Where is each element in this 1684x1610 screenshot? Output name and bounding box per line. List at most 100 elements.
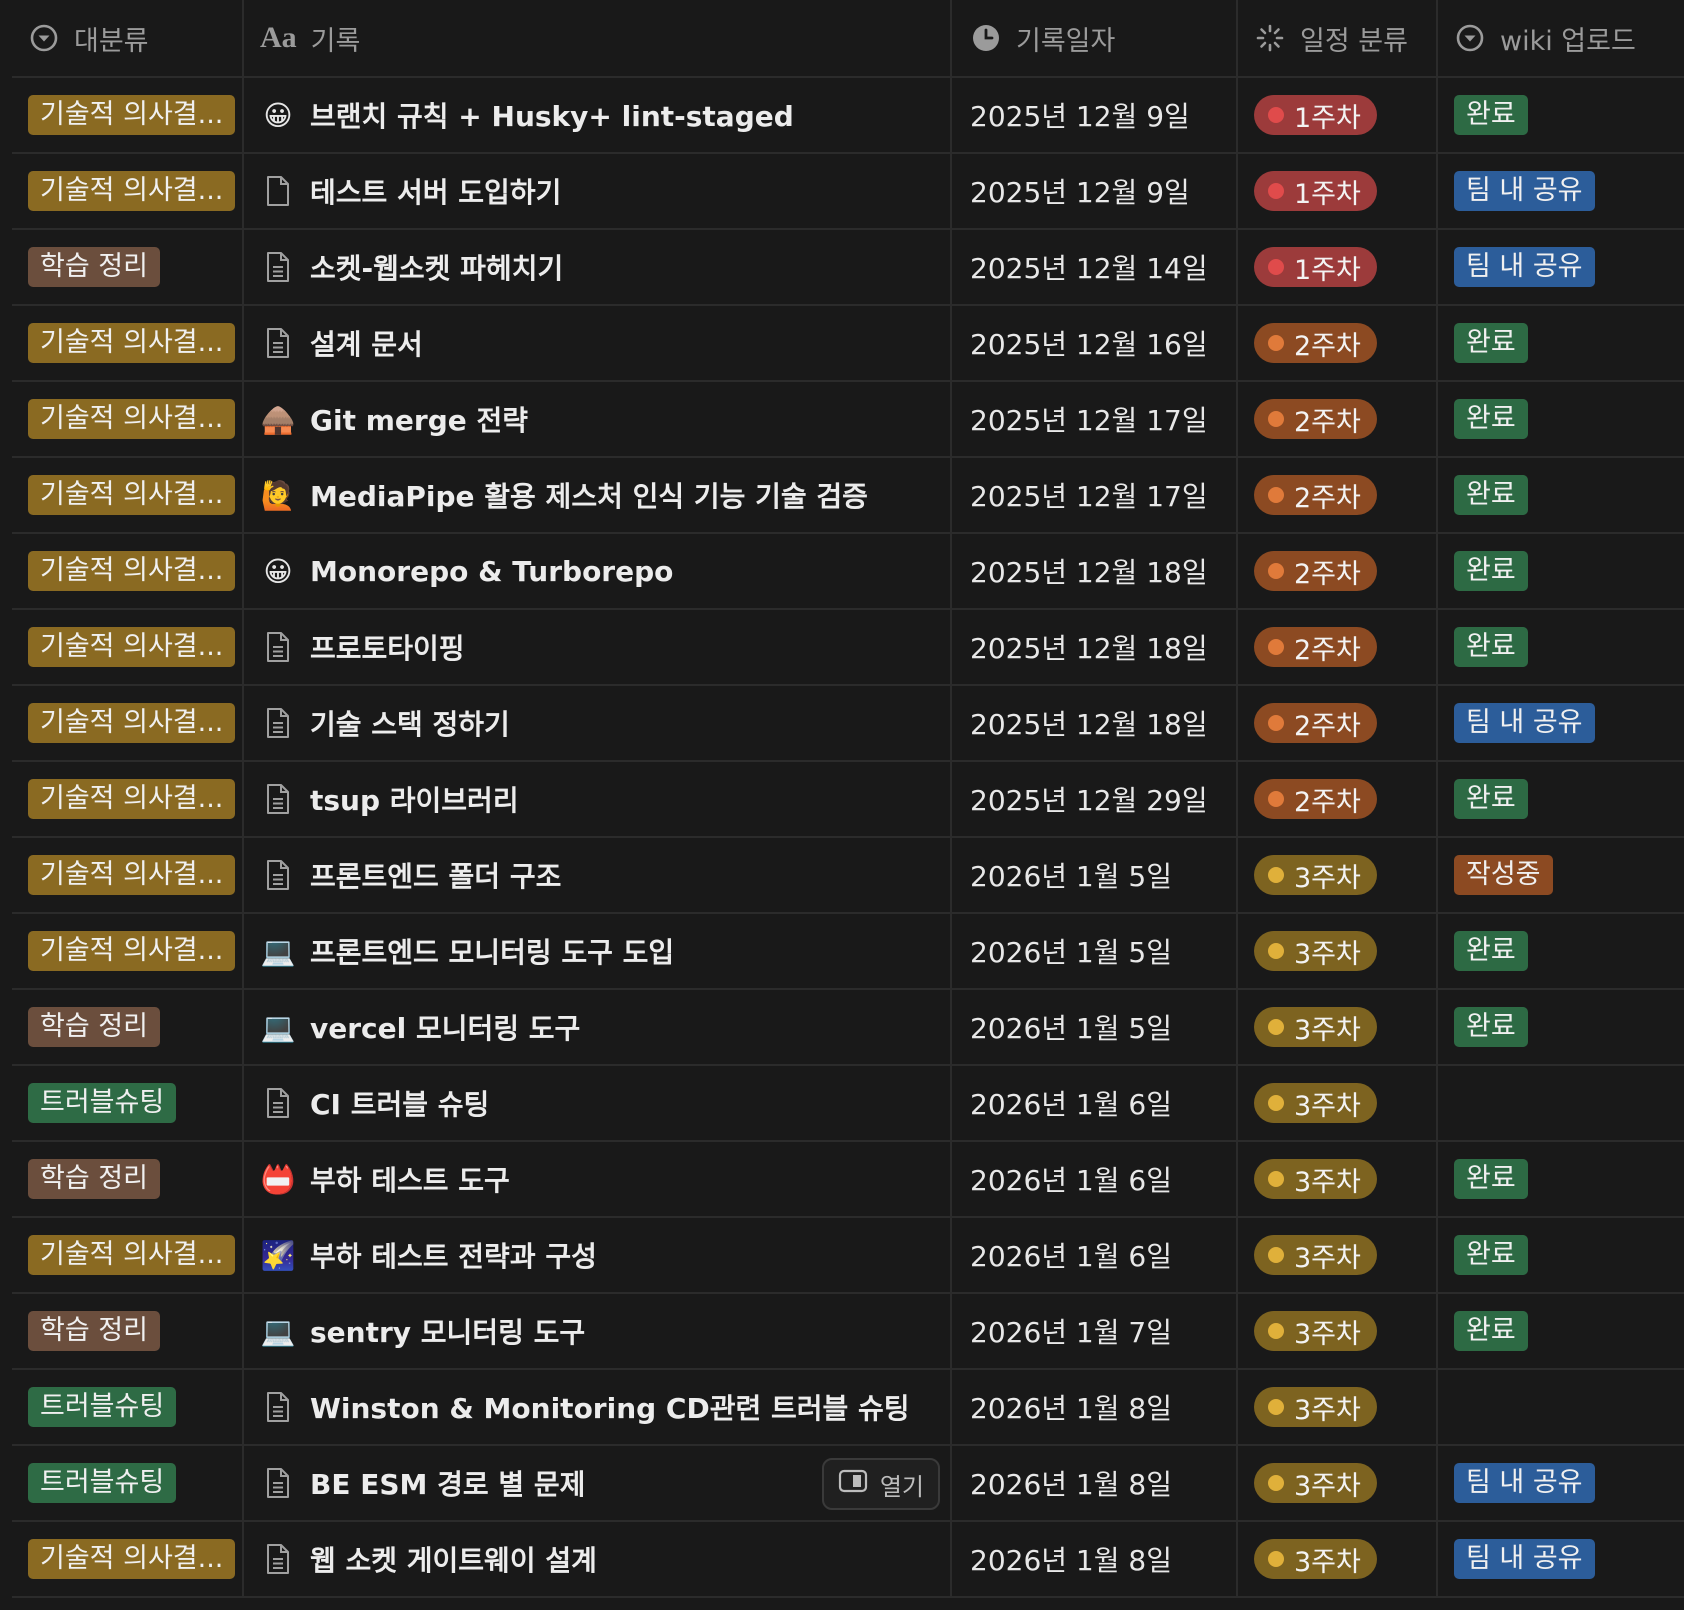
- page-title-link[interactable]: 테스트 서버 도입하기: [310, 171, 561, 211]
- schedule-cell[interactable]: 3주차: [1238, 1218, 1438, 1292]
- table-row[interactable]: 트러블슈팅 CI 트러블 슈팅 2026년 1월 6일 3주차: [12, 1066, 1684, 1142]
- schedule-cell[interactable]: 2주차: [1238, 534, 1438, 608]
- schedule-cell[interactable]: 2주차: [1238, 382, 1438, 456]
- wiki-cell[interactable]: 완료: [1438, 1142, 1684, 1216]
- category-cell[interactable]: 기술적 의사결...: [12, 914, 244, 988]
- date-cell[interactable]: 2026년 1월 5일: [952, 914, 1238, 988]
- table-row[interactable]: 학습 정리 💻 sentry 모니터링 도구 2026년 1월 7일 3주차 완료: [12, 1294, 1684, 1370]
- category-cell[interactable]: 기술적 의사결...: [12, 78, 244, 152]
- title-cell[interactable]: 🌠 부하 테스트 전략과 구성: [244, 1218, 952, 1292]
- category-cell[interactable]: 학습 정리: [12, 230, 244, 304]
- date-cell[interactable]: 2025년 12월 18일: [952, 686, 1238, 760]
- title-cell[interactable]: Winston & Monitoring CD관련 트러블 슈팅: [244, 1370, 952, 1444]
- page-title-link[interactable]: Winston & Monitoring CD관련 트러블 슈팅: [310, 1387, 910, 1427]
- schedule-cell[interactable]: 3주차: [1238, 990, 1438, 1064]
- schedule-cell[interactable]: 3주차: [1238, 1142, 1438, 1216]
- date-cell[interactable]: 2025년 12월 18일: [952, 610, 1238, 684]
- date-cell[interactable]: 2025년 12월 16일: [952, 306, 1238, 380]
- schedule-cell[interactable]: 3주차: [1238, 1294, 1438, 1368]
- page-title-link[interactable]: 프론트엔드 폴더 구조: [310, 855, 561, 895]
- schedule-cell[interactable]: 3주차: [1238, 1522, 1438, 1596]
- wiki-cell[interactable]: 완료: [1438, 610, 1684, 684]
- date-cell[interactable]: 2026년 1월 7일: [952, 1294, 1238, 1368]
- title-cell[interactable]: 💻 sentry 모니터링 도구: [244, 1294, 952, 1368]
- schedule-cell[interactable]: 2주차: [1238, 458, 1438, 532]
- table-row[interactable]: 기술적 의사결... tsup 라이브러리 2025년 12월 29일 2주차 완료: [12, 762, 1684, 838]
- schedule-cell[interactable]: 3주차: [1238, 1066, 1438, 1140]
- header-title[interactable]: Aa 기록: [244, 0, 952, 76]
- table-row[interactable]: 기술적 의사결... 테스트 서버 도입하기 2025년 12월 9일 1주차 팀 내 …: [12, 154, 1684, 230]
- open-page-button[interactable]: 열기: [821, 1458, 940, 1510]
- title-cell[interactable]: 📛 부하 테스트 도구: [244, 1142, 952, 1216]
- schedule-cell[interactable]: 1주차: [1238, 230, 1438, 304]
- wiki-cell[interactable]: 팀 내 공유: [1438, 686, 1684, 760]
- title-cell[interactable]: 💻 vercel 모니터링 도구: [244, 990, 952, 1064]
- page-title-link[interactable]: 설계 문서: [310, 323, 423, 363]
- date-cell[interactable]: 2026년 1월 5일: [952, 838, 1238, 912]
- wiki-cell[interactable]: 완료: [1438, 990, 1684, 1064]
- table-row[interactable]: 학습 정리 📛 부하 테스트 도구 2026년 1월 6일 3주차 완료: [12, 1142, 1684, 1218]
- table-row[interactable]: 기술적 의사결... 💻 프론트엔드 모니터링 도구 도입 2026년 1월 5일 3주…: [12, 914, 1684, 990]
- table-row[interactable]: 기술적 의사결... 기술 스택 정하기 2025년 12월 18일 2주차 팀 내 공…: [12, 686, 1684, 762]
- page-title-link[interactable]: BE ESM 경로 별 문제: [310, 1463, 585, 1503]
- schedule-cell[interactable]: 3주차: [1238, 1446, 1438, 1520]
- title-cell[interactable]: BE ESM 경로 별 문제 열기: [244, 1446, 952, 1520]
- title-cell[interactable]: tsup 라이브러리: [244, 762, 952, 836]
- wiki-cell[interactable]: 팀 내 공유: [1438, 154, 1684, 228]
- schedule-cell[interactable]: 2주차: [1238, 686, 1438, 760]
- wiki-cell[interactable]: 팀 내 공유: [1438, 1446, 1684, 1520]
- title-cell[interactable]: 설계 문서: [244, 306, 952, 380]
- table-row[interactable]: 트러블슈팅 Winston & Monitoring CD관련 트러블 슈팅 202…: [12, 1370, 1684, 1446]
- category-cell[interactable]: 트러블슈팅: [12, 1370, 244, 1444]
- table-row[interactable]: 트러블슈팅 BE ESM 경로 별 문제 열기 2026년 1월 8일 3주차 팀 내 공…: [12, 1446, 1684, 1522]
- table-row[interactable]: 기술적 의사결... 프론트엔드 폴더 구조 2026년 1월 5일 3주차 작성중: [12, 838, 1684, 914]
- wiki-cell[interactable]: 작성중: [1438, 838, 1684, 912]
- schedule-cell[interactable]: 2주차: [1238, 762, 1438, 836]
- title-cell[interactable]: 소켓-웹소켓 파헤치기: [244, 230, 952, 304]
- table-row[interactable]: 기술적 의사결... 설계 문서 2025년 12월 16일 2주차 완료: [12, 306, 1684, 382]
- date-cell[interactable]: 2026년 1월 6일: [952, 1142, 1238, 1216]
- wiki-cell[interactable]: 팀 내 공유: [1438, 230, 1684, 304]
- date-cell[interactable]: 2026년 1월 6일: [952, 1218, 1238, 1292]
- date-cell[interactable]: 2026년 1월 6일: [952, 1066, 1238, 1140]
- schedule-cell[interactable]: 2주차: [1238, 306, 1438, 380]
- page-title-link[interactable]: 부하 테스트 도구: [310, 1159, 510, 1199]
- category-cell[interactable]: 기술적 의사결...: [12, 686, 244, 760]
- category-cell[interactable]: 기술적 의사결...: [12, 1522, 244, 1596]
- category-cell[interactable]: 트러블슈팅: [12, 1066, 244, 1140]
- wiki-cell[interactable]: 완료: [1438, 78, 1684, 152]
- header-wiki[interactable]: wiki 업로드: [1438, 0, 1684, 76]
- title-cell[interactable]: 프로토타이핑: [244, 610, 952, 684]
- category-cell[interactable]: 기술적 의사결...: [12, 838, 244, 912]
- wiki-cell[interactable]: 팀 내 공유: [1438, 1522, 1684, 1596]
- wiki-cell[interactable]: 완료: [1438, 762, 1684, 836]
- page-title-link[interactable]: vercel 모니터링 도구: [310, 1007, 580, 1047]
- title-cell[interactable]: 🙋 MediaPipe 활용 제스처 인식 기능 기술 검증: [244, 458, 952, 532]
- table-row[interactable]: 기술적 의사결... 😀 Monorepo & Turborepo 2025년 12월…: [12, 534, 1684, 610]
- table-row[interactable]: 기술적 의사결... 🛖 Git merge 전략 2025년 12월 17일 2주차 완…: [12, 382, 1684, 458]
- category-cell[interactable]: 트러블슈팅: [12, 1446, 244, 1520]
- page-title-link[interactable]: CI 트러블 슈팅: [310, 1083, 489, 1123]
- title-cell[interactable]: 테스트 서버 도입하기: [244, 154, 952, 228]
- header-schedule[interactable]: 일정 분류: [1238, 0, 1438, 76]
- title-cell[interactable]: 🛖 Git merge 전략: [244, 382, 952, 456]
- date-cell[interactable]: 2026년 1월 8일: [952, 1446, 1238, 1520]
- category-cell[interactable]: 기술적 의사결...: [12, 458, 244, 532]
- category-cell[interactable]: 기술적 의사결...: [12, 382, 244, 456]
- table-row[interactable]: 기술적 의사결... 😀 브랜치 규칙 + Husky+ lint-staged 20…: [12, 78, 1684, 154]
- title-cell[interactable]: CI 트러블 슈팅: [244, 1066, 952, 1140]
- schedule-cell[interactable]: 1주차: [1238, 78, 1438, 152]
- date-cell[interactable]: 2025년 12월 14일: [952, 230, 1238, 304]
- date-cell[interactable]: 2025년 12월 29일: [952, 762, 1238, 836]
- page-title-link[interactable]: 브랜치 규칙 + Husky+ lint-staged: [310, 95, 794, 135]
- category-cell[interactable]: 기술적 의사결...: [12, 610, 244, 684]
- wiki-cell[interactable]: 완료: [1438, 1294, 1684, 1368]
- schedule-cell[interactable]: 3주차: [1238, 1370, 1438, 1444]
- wiki-cell[interactable]: 완료: [1438, 382, 1684, 456]
- date-cell[interactable]: 2025년 12월 17일: [952, 458, 1238, 532]
- page-title-link[interactable]: 프로토타이핑: [310, 627, 465, 667]
- date-cell[interactable]: 2025년 12월 9일: [952, 154, 1238, 228]
- wiki-cell[interactable]: 완료: [1438, 1218, 1684, 1292]
- table-row[interactable]: 학습 정리 💻 vercel 모니터링 도구 2026년 1월 5일 3주차 완료: [12, 990, 1684, 1066]
- page-title-link[interactable]: 부하 테스트 전략과 구성: [310, 1235, 597, 1275]
